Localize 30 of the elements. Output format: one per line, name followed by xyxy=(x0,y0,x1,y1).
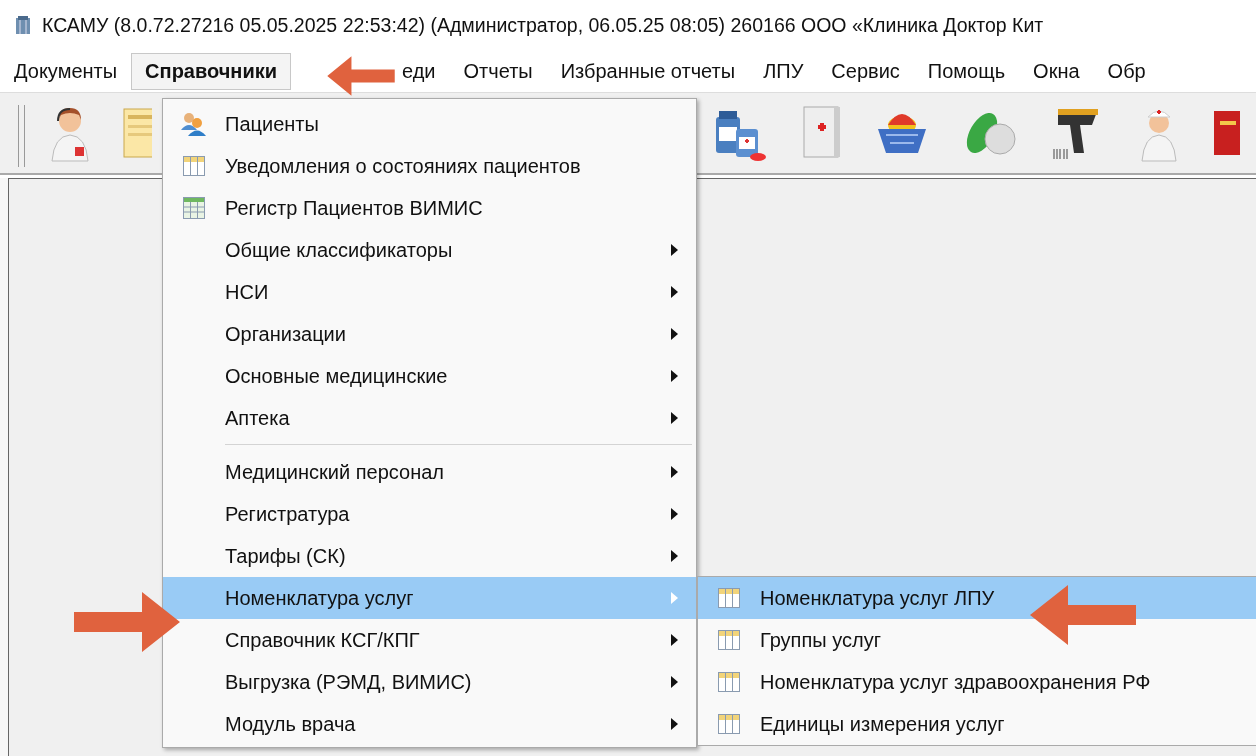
menu-item[interactable]: Обр xyxy=(1093,52,1160,90)
menu-item[interactable]: Справочники xyxy=(131,52,291,90)
menu-entry[interactable]: Модуль врача xyxy=(163,703,696,745)
menu-entry[interactable]: Тарифы (СК) xyxy=(163,535,696,577)
menu-entry[interactable]: Общие классификаторы xyxy=(163,229,696,271)
menu-entry[interactable]: Выгрузка (РЭМД, ВИМИС) xyxy=(163,661,696,703)
menu-entry[interactable]: Номенклатура услуг здравоохранения РФ xyxy=(698,661,1256,703)
menu-entry[interactable]: НСИ xyxy=(163,271,696,313)
menu-entry[interactable]: Организации xyxy=(163,313,696,355)
menu-item[interactable]: еди xyxy=(399,52,450,90)
window-title: КСАМУ (8.0.72.27216 05.05.2025 22:53:42) (Администратор, 06.05.25 08:05) 260166 ООО «Клиника Доктор Кит xyxy=(42,13,1044,37)
menu-entry[interactable]: Регистратура xyxy=(163,493,696,535)
menu-entry[interactable]: Пациенты xyxy=(163,103,696,145)
menu-entry[interactable]: Уведомления о состояниях пациентов xyxy=(163,145,696,187)
menu-entry[interactable]: Единицы измерения услуг xyxy=(698,703,1256,745)
menu-entry[interactable]: Номенклатура услуг xyxy=(163,577,696,619)
menu-entry[interactable]: Медицинский персонал xyxy=(163,451,696,493)
menu-item[interactable]: Документы xyxy=(0,52,132,90)
menu-entry[interactable]: Основные медицинские xyxy=(163,355,696,397)
menu-item[interactable]: Окна xyxy=(1019,52,1094,90)
menu-item[interactable]: ЛПУ xyxy=(749,52,818,90)
menu-item[interactable]: Сервис xyxy=(817,52,914,90)
menu-item[interactable]: Избранные отчеты xyxy=(546,52,750,90)
menu-entry[interactable]: Группы услуг xyxy=(698,619,1256,661)
menu-entry[interactable]: Справочник КСГ/КПГ xyxy=(163,619,696,661)
menu-entry[interactable]: Регистр Пациентов ВИМИС xyxy=(163,187,696,229)
menu-entry[interactable]: Аптека xyxy=(163,397,696,439)
menu-item[interactable]: Помощь xyxy=(913,52,1020,90)
menu-entry[interactable]: Номенклатура услуг ЛПУ xyxy=(698,577,1256,619)
menu-item[interactable]: Отчеты xyxy=(449,52,547,90)
